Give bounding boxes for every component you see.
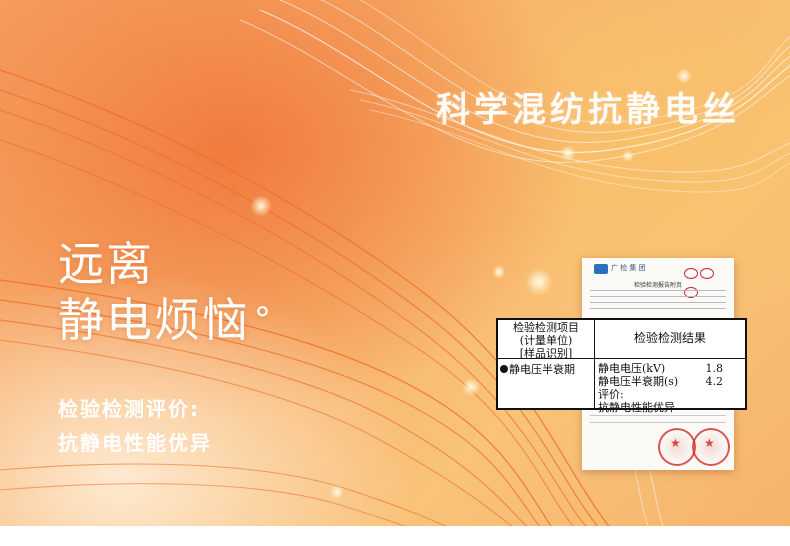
report-org-name: 广 检 集 团: [611, 264, 646, 272]
evaluation-label: 评价:: [598, 388, 624, 401]
main-title-line2-text: 静电烦恼: [58, 293, 250, 347]
main-title-line2: 静电烦恼 °: [58, 292, 273, 348]
result-value: 4.2: [705, 375, 724, 388]
sparkle-decoration: [250, 195, 272, 217]
magnified-result-table: 检验检测项目 (计量单位) [样品识别] 检验检测结果 静电压半衰期 静电电压(…: [496, 318, 747, 414]
evaluation-line1: 检验检测评价:: [58, 397, 200, 421]
sparkle-decoration: [560, 145, 576, 161]
table-header-item-line: 检验检测项目: [513, 321, 579, 334]
headline-antistatic-fiber: 科学混纺抗静电丝: [436, 90, 740, 130]
report-title: 检验检测报告附页: [633, 282, 682, 289]
table-header-item: 检验检测项目 (计量单位) [样品识别]: [498, 320, 595, 360]
table-header-result: 检验检测结果: [595, 320, 745, 359]
official-seal-icon: [692, 428, 730, 466]
sparkle-decoration: [622, 150, 634, 162]
evaluation-result: 抗静电性能优异: [598, 401, 675, 414]
result-line: 静电压半衰期(s) 4.2: [598, 375, 745, 388]
org-logo-icon: [594, 264, 608, 274]
main-title-line1: 远离: [58, 237, 154, 291]
result-value: 1.8: [705, 362, 724, 375]
table-header-item-line: (计量单位): [519, 334, 573, 347]
bottom-white-strip: [0, 526, 790, 546]
result-line: 静电电压(kV) 1.8: [598, 362, 745, 375]
evaluation-text: 检验检测评价: 抗静电性能优异: [58, 392, 212, 460]
table-row-item-label: 静电压半衰期: [509, 363, 575, 376]
official-seal-icon: [658, 428, 696, 466]
sparkle-decoration: [492, 265, 506, 279]
bullet-icon: [500, 365, 508, 373]
report-text-lines: [590, 290, 726, 314]
table-row-results: 静电电压(kV) 1.8 静电压半衰期(s) 4.2 评价: 抗静电性能优异: [595, 359, 745, 414]
result-label: 静电电压(kV): [598, 362, 666, 375]
table-row-item: 静电压半衰期: [498, 359, 595, 408]
degree-mark: °: [254, 300, 273, 340]
certification-marks-icon: [682, 264, 726, 298]
sparkle-decoration: [525, 268, 553, 296]
sparkle-decoration: [462, 378, 480, 396]
main-title: 远离 静电烦恼 °: [58, 236, 273, 348]
hero-banner: 科学混纺抗静电丝 远离 静电烦恼 ° 检验检测评价: 抗静电性能优异 广 检 集 …: [0, 0, 790, 526]
evaluation-line2: 抗静电性能优异: [58, 431, 212, 455]
result-label: 静电压半衰期(s): [598, 375, 679, 388]
sparkle-decoration: [330, 485, 344, 499]
